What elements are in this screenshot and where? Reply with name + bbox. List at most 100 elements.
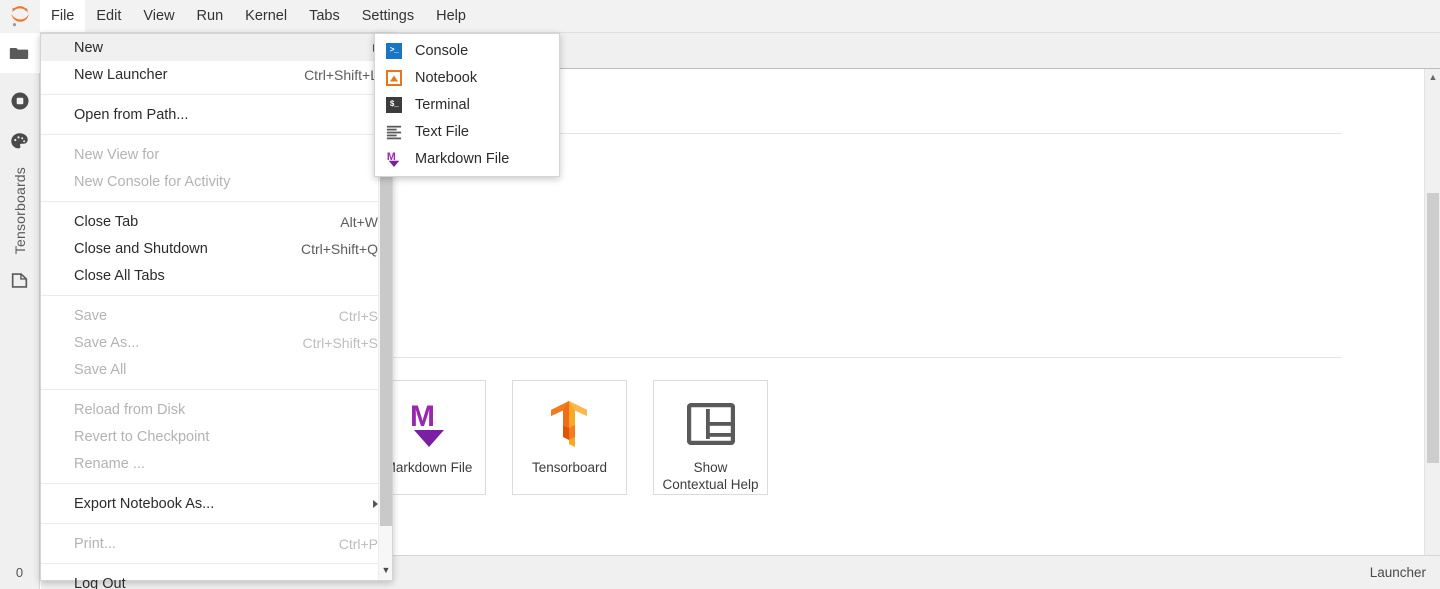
palette-icon [9,131,30,152]
folder-icon [8,42,30,64]
menu-item-shortcut: Ctrl+Shift+L [288,67,378,83]
menu-divider [41,483,392,484]
menu-item-shortcut: Ctrl+Shift+S [287,335,378,351]
file-outline-icon [9,270,30,291]
file-menu-item-new[interactable]: New [41,34,392,61]
scrollbar-thumb[interactable] [1427,193,1439,463]
sidebar-item-tensorboards[interactable]: Tensorboards [12,161,28,260]
terminal-icon: $_ [385,96,403,114]
left-sidebar: Tensorboards 0 [0,33,40,589]
menu-divider [41,295,392,296]
file-menu-item-reload-from-disk: Reload from Disk [41,396,392,423]
file-menu-list: New New Launcher Ctrl+Shift+L Open from … [41,34,392,589]
menu-item-label: Log Out [74,576,378,589]
card-label: Tensorboard [526,460,613,477]
sidebar-item-file-browser[interactable] [0,33,40,73]
menu-item-shortcut: Ctrl+P [323,536,378,552]
text-file-icon [385,123,403,141]
menu-settings[interactable]: Settings [351,0,425,32]
scroll-up-icon[interactable]: ▲ [1425,69,1440,85]
file-menu-item-new-launcher[interactable]: New Launcher Ctrl+Shift+L [41,61,392,88]
jupyterlab-window: File Edit View Run Kernel Tabs Settings … [0,0,1440,589]
file-menu-item-log-out[interactable]: Log Out [41,570,392,589]
file-menu-item-revert-to-checkpoint: Revert to Checkpoint [41,423,392,450]
jupyter-logo [0,0,40,33]
file-menu-item-close-tab[interactable]: Close Tab Alt+W [41,208,392,235]
submenu-item-label: Console [415,43,468,59]
menu-run[interactable]: Run [186,0,235,32]
menu-tabs[interactable]: Tabs [298,0,351,32]
menu-help[interactable]: Help [425,0,477,32]
scroll-down-icon[interactable]: ▼ [379,562,393,578]
submenu-item-text-file[interactable]: Text File [375,118,559,145]
file-menu-item-new-console-for-activity: New Console for Activity [41,168,392,195]
submenu-item-label: Markdown File [415,151,509,167]
file-menu-item-open-from-path[interactable]: Open from Path... [41,101,392,128]
submenu-item-label: Terminal [415,97,470,113]
file-menu-item-rename: Rename ... [41,450,392,477]
menu-item-label: New View for [74,147,378,163]
file-menu-item-new-view-for: New View for [41,141,392,168]
launcher-card-tensorboard[interactable]: Tensorboard [512,380,627,495]
contextual-help-icon [685,398,737,450]
file-menu-dropdown: New New Launcher Ctrl+Shift+L Open from … [40,33,393,581]
menu-item-shortcut: Ctrl+S [323,308,378,324]
menu-edit[interactable]: Edit [85,0,132,32]
card-label: Show Contextual Help [654,460,767,494]
menu-item-label: Save [74,308,323,324]
menu-item-label: New Launcher [74,67,288,83]
tensorboard-icon [544,398,596,450]
sidebar-item-extension-manager[interactable] [0,121,40,161]
menu-divider [41,94,392,95]
sidebar-item-running-terminals[interactable] [0,81,40,121]
menu-divider [41,389,392,390]
menu-item-label: Save All [74,362,378,378]
submenu-item-label: Notebook [415,70,477,86]
menu-divider [41,563,392,564]
file-menu-item-export-notebook-as[interactable]: Export Notebook As... [41,490,392,517]
card-label: Markdown File [379,460,479,477]
menu-item-label: New Console for Activity [74,174,378,190]
menu-divider [41,523,392,524]
menu-item-label: Close All Tabs [74,268,378,284]
menu-item-label: Revert to Checkpoint [74,429,378,445]
submenu-item-notebook[interactable]: Notebook [375,64,559,91]
menu-divider [41,201,392,202]
jupyter-logo-icon [9,6,31,28]
sidebar-item-open-tabs[interactable] [0,260,40,300]
file-menu-item-save: Save Ctrl+S [41,302,392,329]
menu-item-shortcut: Alt+W [324,214,378,230]
console-icon: >_ [385,42,403,60]
menu-item-list: File Edit View Run Kernel Tabs Settings … [40,0,477,32]
menu-item-label: New [74,40,378,56]
file-menu-item-close-all-tabs[interactable]: Close All Tabs [41,262,392,289]
menu-item-label: Save As... [74,335,287,351]
submenu-item-terminal[interactable]: $_ Terminal [375,91,559,118]
menu-item-shortcut: Ctrl+Shift+Q [285,241,378,257]
main-menu-bar: File Edit View Run Kernel Tabs Settings … [0,0,1440,33]
menu-file[interactable]: File [40,0,85,32]
markdown-icon: M [403,398,455,450]
menu-item-label: Rename ... [74,456,378,472]
sidebar-bottom-count: 0 [0,555,40,589]
launcher-card-show-contextual-help[interactable]: Show Contextual Help [653,380,768,495]
menu-item-label: Export Notebook As... [74,496,378,512]
svg-text:M: M [410,400,435,433]
menu-item-label: Print... [74,536,323,552]
file-menu-item-save-all: Save All [41,356,392,383]
new-submenu: >_ Console Notebook $_ Terminal [374,33,560,177]
submenu-item-markdown-file[interactable]: M Markdown File [375,145,559,172]
menu-item-label: Reload from Disk [74,402,378,418]
menu-item-label: Close Tab [74,214,324,230]
menu-view[interactable]: View [132,0,185,32]
menu-item-label: Open from Path... [74,107,378,123]
menu-divider [41,134,392,135]
file-menu-item-close-and-shutdown[interactable]: Close and Shutdown Ctrl+Shift+Q [41,235,392,262]
notebook-icon [385,69,403,87]
menu-kernel[interactable]: Kernel [234,0,298,32]
file-menu-item-save-as: Save As... Ctrl+Shift+S [41,329,392,356]
submenu-item-label: Text File [415,124,469,140]
stop-circle-icon [9,90,31,112]
submenu-item-console[interactable]: >_ Console [375,37,559,64]
content-vertical-scrollbar[interactable]: ▲ ▼ [1424,69,1440,569]
